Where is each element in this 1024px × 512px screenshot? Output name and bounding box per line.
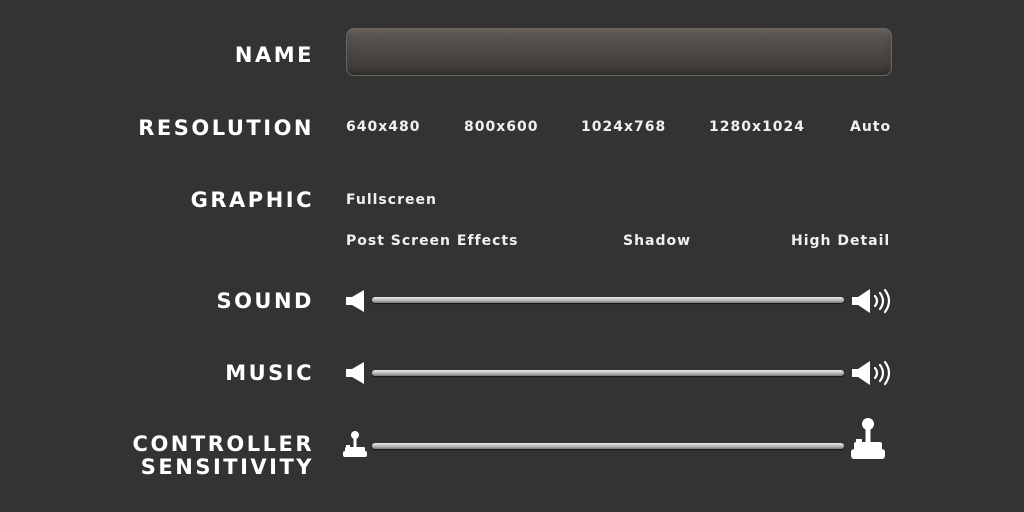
controller-sensitivity-label: CONTROLLER SENSITIVITY bbox=[133, 433, 314, 479]
resolution-option-800x600[interactable]: 800x600 bbox=[464, 119, 538, 135]
name-label: NAME bbox=[234, 43, 314, 67]
graphic-option-fullscreen[interactable]: Fullscreen bbox=[346, 192, 437, 208]
music-label: MUSIC bbox=[225, 361, 314, 385]
resolution-option-1024x768[interactable]: 1024x768 bbox=[581, 119, 666, 135]
graphic-option-post-screen-effects[interactable]: Post Screen Effects bbox=[346, 233, 518, 249]
joystick-large-icon[interactable] bbox=[849, 417, 887, 461]
joystick-small-icon[interactable] bbox=[342, 430, 368, 460]
graphic-label: GRAPHIC bbox=[190, 188, 314, 212]
music-slider-track[interactable] bbox=[372, 370, 844, 376]
sound-slider-track[interactable] bbox=[372, 297, 844, 303]
controller-label-line2: SENSITIVITY bbox=[140, 455, 314, 479]
controller-label-line1: CONTROLLER bbox=[132, 432, 314, 456]
controller-sensitivity-slider-track[interactable] bbox=[372, 443, 844, 449]
speaker-mute-icon[interactable] bbox=[345, 361, 367, 385]
resolution-option-1280x1024[interactable]: 1280x1024 bbox=[709, 119, 805, 135]
sound-label: SOUND bbox=[216, 289, 314, 313]
graphic-option-shadow[interactable]: Shadow bbox=[623, 233, 691, 249]
resolution-option-auto[interactable]: Auto bbox=[850, 119, 891, 135]
speaker-loud-icon[interactable] bbox=[851, 287, 895, 315]
resolution-label: RESOLUTION bbox=[138, 116, 314, 140]
name-input[interactable] bbox=[346, 28, 892, 76]
resolution-option-640x480[interactable]: 640x480 bbox=[346, 119, 420, 135]
speaker-loud-icon[interactable] bbox=[851, 359, 895, 387]
speaker-mute-icon[interactable] bbox=[345, 289, 367, 313]
graphic-option-high-detail[interactable]: High Detail bbox=[791, 233, 890, 249]
